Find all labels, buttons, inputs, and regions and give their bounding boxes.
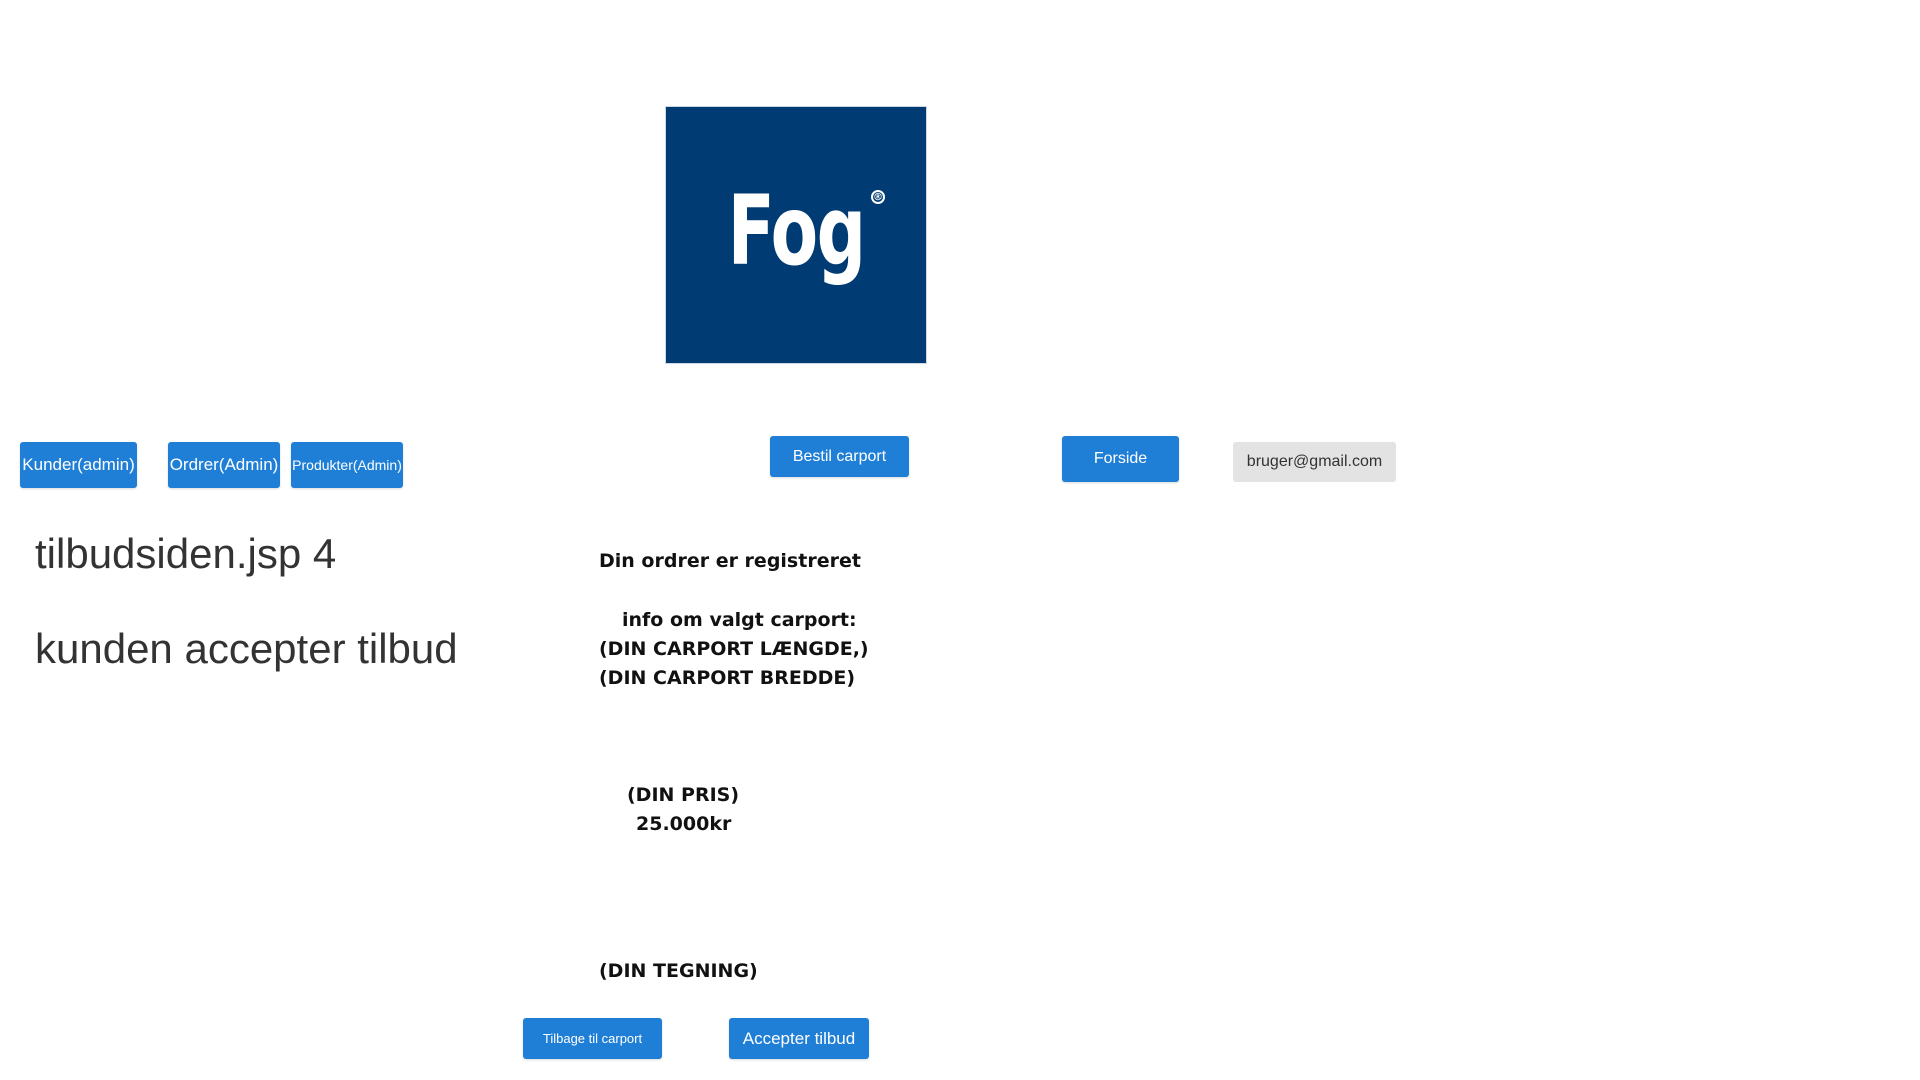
ordrer-admin-button[interactable]: Ordrer(Admin) bbox=[168, 442, 280, 488]
kunder-admin-button[interactable]: Kunder(admin) bbox=[20, 442, 137, 488]
accept-offer-button[interactable]: Accepter tilbud bbox=[729, 1018, 869, 1059]
bestil-carport-button[interactable]: Bestil carport bbox=[770, 436, 909, 477]
carport-width: (DIN CARPORT BREDDE) bbox=[599, 667, 856, 689]
carport-length: (DIN CARPORT LÆNGDE,) bbox=[599, 638, 869, 660]
forside-button[interactable]: Forside bbox=[1062, 436, 1179, 482]
price-value: 25.000kr bbox=[636, 813, 732, 835]
price-label: (DIN PRIS) bbox=[627, 784, 740, 806]
back-to-carport-button[interactable]: Tilbage til carport bbox=[523, 1018, 662, 1059]
produkter-admin-button[interactable]: Produkter(Admin) bbox=[291, 442, 403, 488]
order-registered-text: Din ordrer er registreret bbox=[599, 550, 861, 572]
fog-logo: Fog bbox=[665, 106, 927, 364]
registered-mark-icon: ® bbox=[871, 190, 885, 204]
logo-text: Fog bbox=[727, 175, 866, 287]
user-email-badge: bruger@gmail.com bbox=[1233, 442, 1396, 482]
page-subtitle: kunden accepter tilbud bbox=[35, 625, 458, 672]
page-title: tilbudsiden.jsp 4 bbox=[35, 530, 337, 577]
carport-info-title: info om valgt carport: bbox=[622, 609, 857, 631]
drawing-placeholder: (DIN TEGNING) bbox=[599, 960, 758, 982]
